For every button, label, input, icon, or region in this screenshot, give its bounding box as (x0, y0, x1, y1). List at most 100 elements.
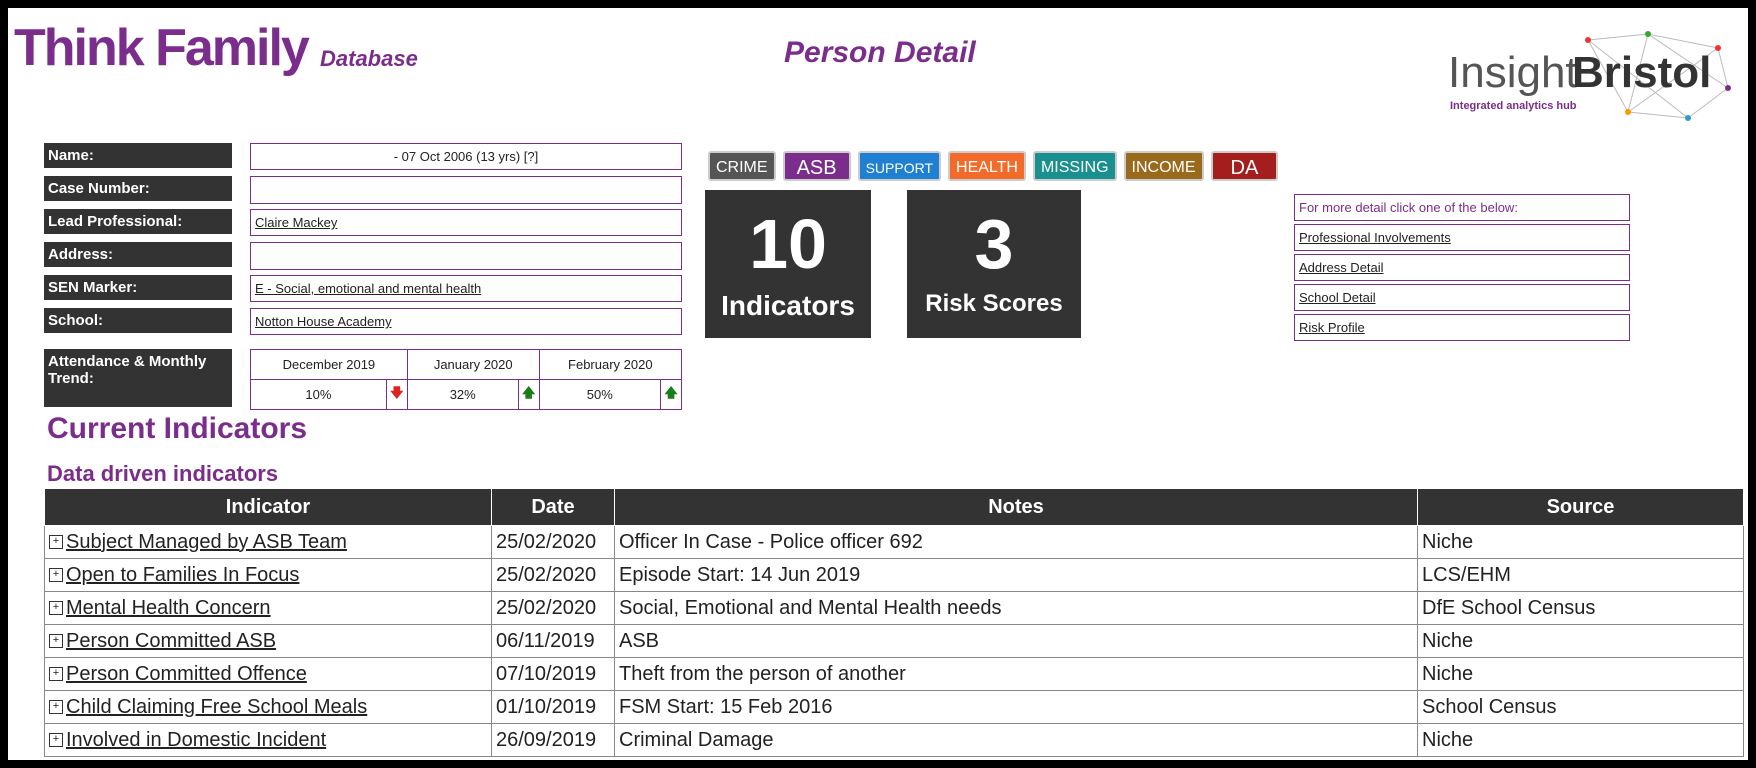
table-row: + Involved in Domestic Incident 26/09/2019… (44, 723, 1744, 757)
expand-icon[interactable]: + (49, 700, 63, 715)
indicator-tags: CRIME ASB SUPPORT HEALTH MISSING INCOME … (708, 151, 1279, 181)
attendance-value: 50% (538, 379, 662, 410)
brand-logo: Think Family (14, 19, 310, 77)
indicator-link[interactable]: Open to Families In Focus (66, 564, 299, 586)
insight-bristol-logo: Insight Bristol Integrated analytics hub (1448, 28, 1732, 124)
date-cell: 25/02/2020 (491, 558, 615, 592)
source-cell: LCS/EHM (1417, 558, 1744, 592)
attendance-value: 32% (406, 379, 519, 410)
notes-cell: Criminal Damage (614, 723, 1418, 757)
sen-marker-link[interactable]: E - Social, emotional and mental health (255, 281, 481, 296)
source-cell: Niche (1417, 525, 1744, 559)
link-text[interactable]: Address Detail (1299, 260, 1384, 275)
link-text[interactable]: School Detail (1299, 290, 1376, 305)
school-value: Notton House Academy (250, 308, 682, 335)
link-address-detail[interactable]: Address Detail (1294, 254, 1630, 281)
date-cell: 26/09/2019 (491, 723, 615, 757)
notes-cell: ASB (614, 624, 1418, 658)
page: Think Family Database Person Detail Insi… (8, 8, 1748, 760)
col-date: Date (491, 488, 615, 526)
table-row: + Child Claiming Free School Meals 01/10/2… (44, 690, 1744, 724)
tag-da[interactable]: DA (1210, 151, 1279, 181)
indicator-cell[interactable]: + Person Committed ASB (44, 624, 492, 658)
date-cell: 07/10/2019 (491, 657, 615, 691)
source-cell: Niche (1417, 657, 1744, 691)
risk-scores-tile[interactable]: 3 Risk Scores (907, 190, 1081, 338)
tag-health[interactable]: HEALTH (948, 151, 1026, 181)
expand-icon[interactable]: + (49, 601, 63, 616)
indicator-cell[interactable]: + Person Committed Offence (44, 657, 492, 691)
indicator-cell[interactable]: + Child Claiming Free School Meals (44, 690, 492, 724)
notes-cell: Episode Start: 14 Jun 2019 (614, 558, 1418, 592)
section-subtitle: Data driven indicators (47, 461, 279, 486)
logo-bristol-text: Bristol (1572, 48, 1712, 97)
logo-insight-text: Insight (1448, 48, 1578, 97)
source-cell: Niche (1417, 723, 1744, 757)
detail-links: For more detail click one of the below: … (1294, 194, 1630, 344)
source-cell: DfE School Census (1417, 591, 1744, 625)
tag-support[interactable]: SUPPORT (857, 151, 942, 181)
trend-up-icon: 🡅 (517, 379, 540, 410)
table-row: + Person Committed ASB 06/11/2019 ASB Niche (44, 624, 1744, 658)
expand-icon[interactable]: + (49, 568, 63, 583)
date-cell: 25/02/2020 (491, 525, 615, 559)
indicator-link[interactable]: Involved in Domestic Incident (66, 729, 326, 751)
indicator-link[interactable]: Mental Health Concern (66, 597, 271, 619)
section-title: Current Indicators (47, 412, 308, 445)
expand-icon[interactable]: + (49, 733, 63, 748)
brand-subtitle: Database (320, 46, 418, 71)
expand-icon[interactable]: + (49, 634, 63, 649)
col-notes: Notes (614, 488, 1418, 526)
link-professional-involvements[interactable]: Professional Involvements (1294, 224, 1630, 251)
indicator-link[interactable]: Child Claiming Free School Meals (66, 696, 367, 718)
attendance-label: Attendance & Monthly Trend: (44, 349, 232, 407)
trend-up-icon: 🡅 (660, 379, 682, 410)
notes-cell: Social, Emotional and Mental Health need… (614, 591, 1418, 625)
address-value (250, 242, 682, 270)
table-row: + Person Committed Offence 07/10/2019 Theft… (44, 657, 1744, 691)
lead-professional-label: Lead Professional: (44, 209, 232, 234)
indicators-count: 10 (749, 205, 827, 283)
tag-asb[interactable]: ASB (782, 151, 851, 181)
sen-marker-label: SEN Marker: (44, 275, 232, 300)
indicator-link[interactable]: Person Committed ASB (66, 630, 276, 652)
attendance-month: February 2020 (538, 349, 683, 380)
indicator-link[interactable]: Person Committed Offence (66, 663, 307, 685)
link-text[interactable]: Risk Profile (1299, 320, 1365, 335)
link-text[interactable]: Professional Involvements (1299, 230, 1451, 245)
tag-crime[interactable]: CRIME (708, 151, 776, 181)
indicator-cell[interactable]: + Mental Health Concern (44, 591, 492, 625)
link-risk-profile[interactable]: Risk Profile (1294, 314, 1630, 341)
notes-cell: FSM Start: 15 Feb 2016 (614, 690, 1418, 724)
risk-label: Risk Scores (925, 290, 1063, 317)
detail-links-prompt: For more detail click one of the below: (1294, 194, 1630, 221)
sen-marker-value: E - Social, emotional and mental health (250, 275, 682, 302)
lead-professional-value: Claire Mackey (250, 209, 682, 236)
indicators-label: Indicators (721, 290, 855, 321)
lead-professional-link[interactable]: Claire Mackey (255, 215, 337, 230)
logo-tagline: Integrated analytics hub (1450, 100, 1577, 112)
attendance-value: 10% (250, 379, 387, 410)
table-row: + Subject Managed by ASB Team 25/02/2020 Of… (44, 525, 1744, 559)
expand-icon[interactable]: + (49, 667, 63, 682)
col-indicator: Indicator (44, 488, 492, 526)
indicator-cell[interactable]: + Subject Managed by ASB Team (44, 525, 492, 559)
table-row: + Open to Families In Focus 25/02/2020 Epis… (44, 558, 1744, 592)
school-link[interactable]: Notton House Academy (255, 314, 392, 329)
attendance-month: December 2019 (250, 349, 408, 380)
address-label: Address: (44, 242, 232, 267)
tag-missing[interactable]: MISSING (1032, 151, 1117, 181)
indicators-tile[interactable]: 10 Indicators (705, 190, 871, 338)
case-number-value (250, 176, 682, 204)
tag-income[interactable]: INCOME (1123, 151, 1204, 181)
attendance-table: December 2019 January 2020 February 2020… (250, 349, 683, 410)
indicator-cell[interactable]: + Open to Families In Focus (44, 558, 492, 592)
indicators-table: Indicator Date Notes Source + Subject Man… (44, 488, 1744, 757)
link-school-detail[interactable]: School Detail (1294, 284, 1630, 311)
expand-icon[interactable]: + (49, 535, 63, 550)
date-cell: 01/10/2019 (491, 690, 615, 724)
school-label: School: (44, 308, 232, 333)
indicator-cell[interactable]: + Involved in Domestic Incident (44, 723, 492, 757)
indicator-link[interactable]: Subject Managed by ASB Team (66, 531, 347, 553)
name-label: Name: (44, 143, 232, 168)
